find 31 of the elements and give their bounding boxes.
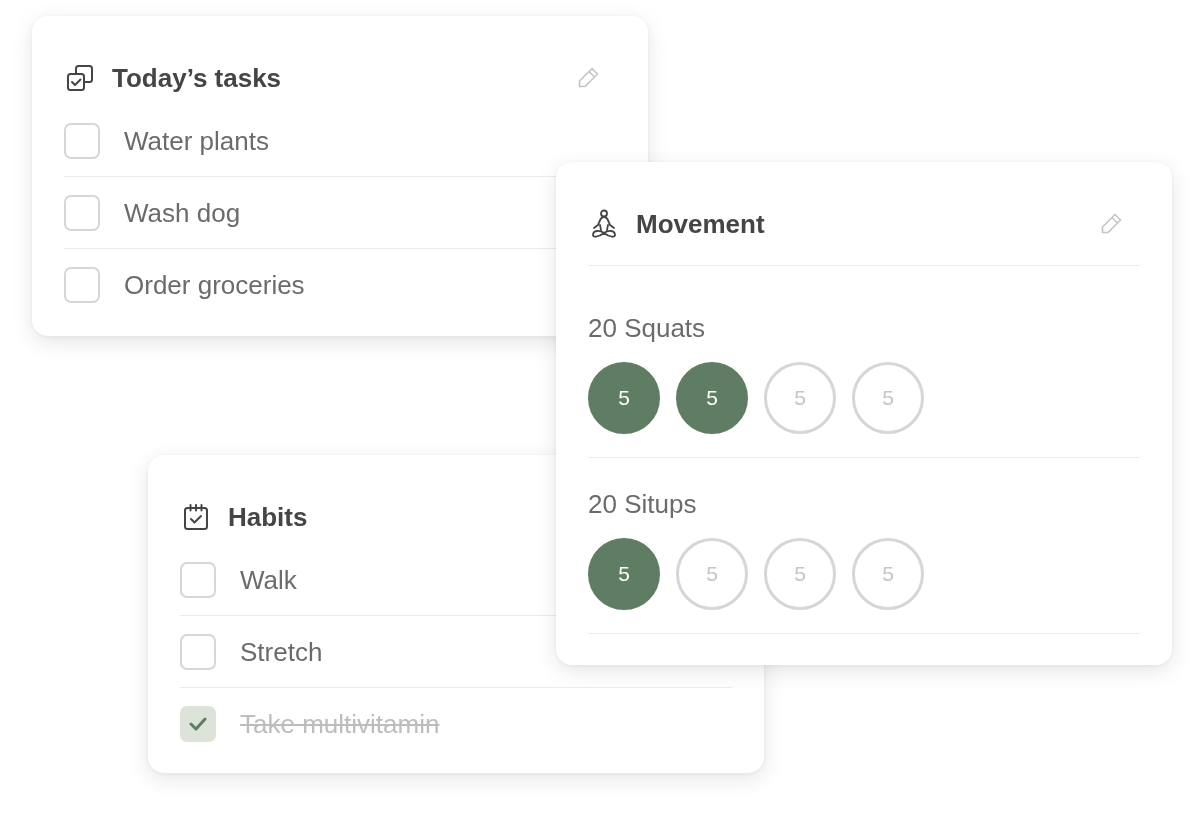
meditation-icon [590,209,618,239]
card-title: Today’s tasks [112,62,282,94]
stacked-checkbox-icon [66,64,94,92]
card-title: Habits [228,501,308,533]
rep-set-button[interactable]: 5 [676,538,748,610]
task-label: Water plants [124,124,269,157]
rep-set-button[interactable]: 5 [588,362,660,434]
exercise-label: 20 Squats [588,312,706,344]
checkbox[interactable] [64,122,100,159]
card-title: Movement [636,208,765,240]
edit-icon[interactable] [1099,212,1123,236]
checkbox[interactable] [180,561,216,598]
checkbox[interactable] [64,194,100,231]
task-label: Order groceries [124,269,305,301]
habit-label: Stretch [240,635,323,668]
calendar-check-icon [182,503,210,531]
rep-set-button[interactable]: 5 [588,538,660,610]
rep-set-button[interactable]: 5 [852,538,924,610]
rep-set-button[interactable]: 5 [764,538,836,610]
checkbox[interactable] [180,633,216,670]
exercise-label: 20 Situps [588,488,697,520]
checkbox[interactable] [180,706,216,742]
task-label: Wash dog [124,196,241,229]
checkbox[interactable] [64,267,100,303]
habit-label: Take multivitamin [240,708,440,740]
rep-set-button[interactable]: 5 [852,362,924,434]
edit-icon[interactable] [576,66,600,90]
check-icon [189,717,207,731]
habit-label: Walk [240,563,297,596]
rep-set-button[interactable]: 5 [764,362,836,434]
rep-set-button[interactable]: 5 [676,362,748,434]
